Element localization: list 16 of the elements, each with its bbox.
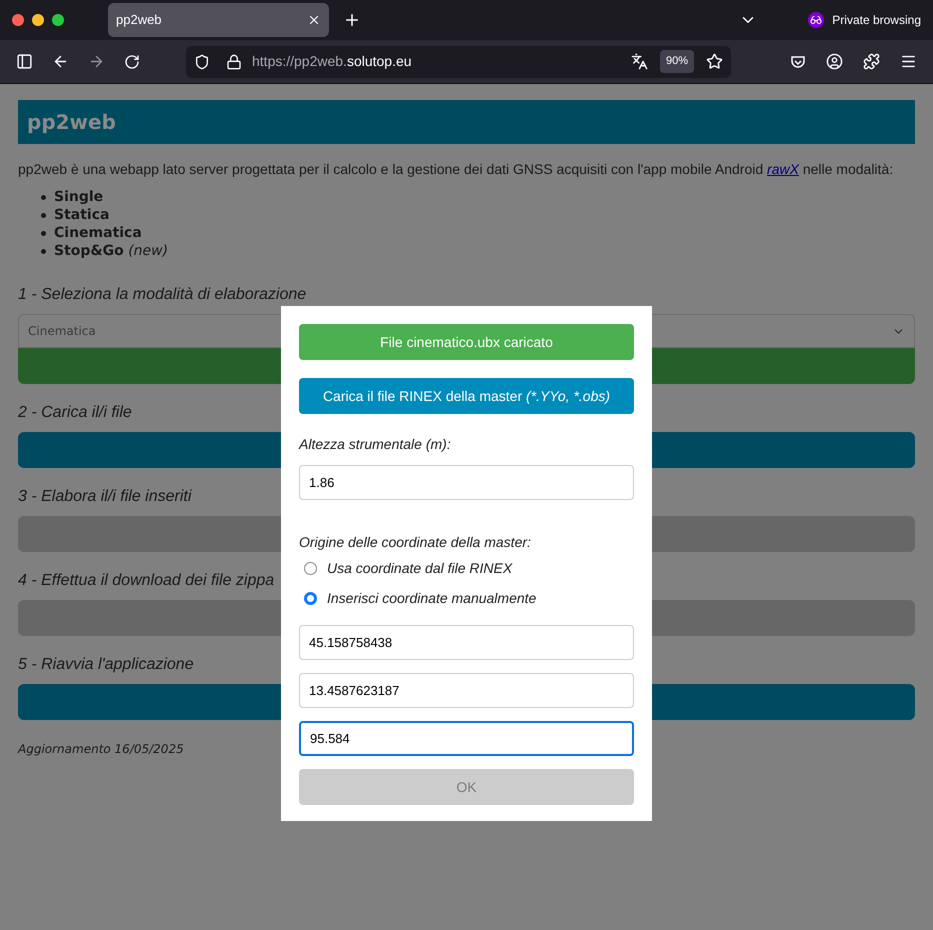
- url-text: https://pp2web.solutop.eu: [252, 52, 412, 71]
- private-browsing-label: Private browsing: [832, 12, 921, 29]
- mode-item: Cinematica: [54, 224, 142, 242]
- intro-paragraph: pp2web è una webapp lato server progettata per il calcolo e la gestione dei dati GNSS acquisiti con l'app mobile Android rawX nelle modalità:: [18, 160, 894, 179]
- page-title: pp2web: [27, 109, 116, 136]
- step-heading: 5 - Riavvia l'applicazione: [18, 655, 195, 675]
- mode-item: Statica: [54, 206, 110, 224]
- height-label: Altezza strumentale (m):: [299, 435, 452, 454]
- update-date: Aggiornamento 16/05/2025: [18, 741, 185, 758]
- step-heading: 3 - Elabora il/i file inseriti: [18, 487, 193, 507]
- origin-label: Origine delle coordinate della master:: [299, 533, 532, 552]
- step-heading: 4 - Effettua il download dei file zippa: [18, 571, 276, 591]
- mode-item: Stop&Go (new): [54, 242, 168, 260]
- step-heading: 2 - Carica il/i file: [18, 403, 133, 423]
- step-heading: 1 - Seleziona la modalità di elaborazione: [18, 285, 308, 305]
- mode-item: Single: [54, 188, 104, 206]
